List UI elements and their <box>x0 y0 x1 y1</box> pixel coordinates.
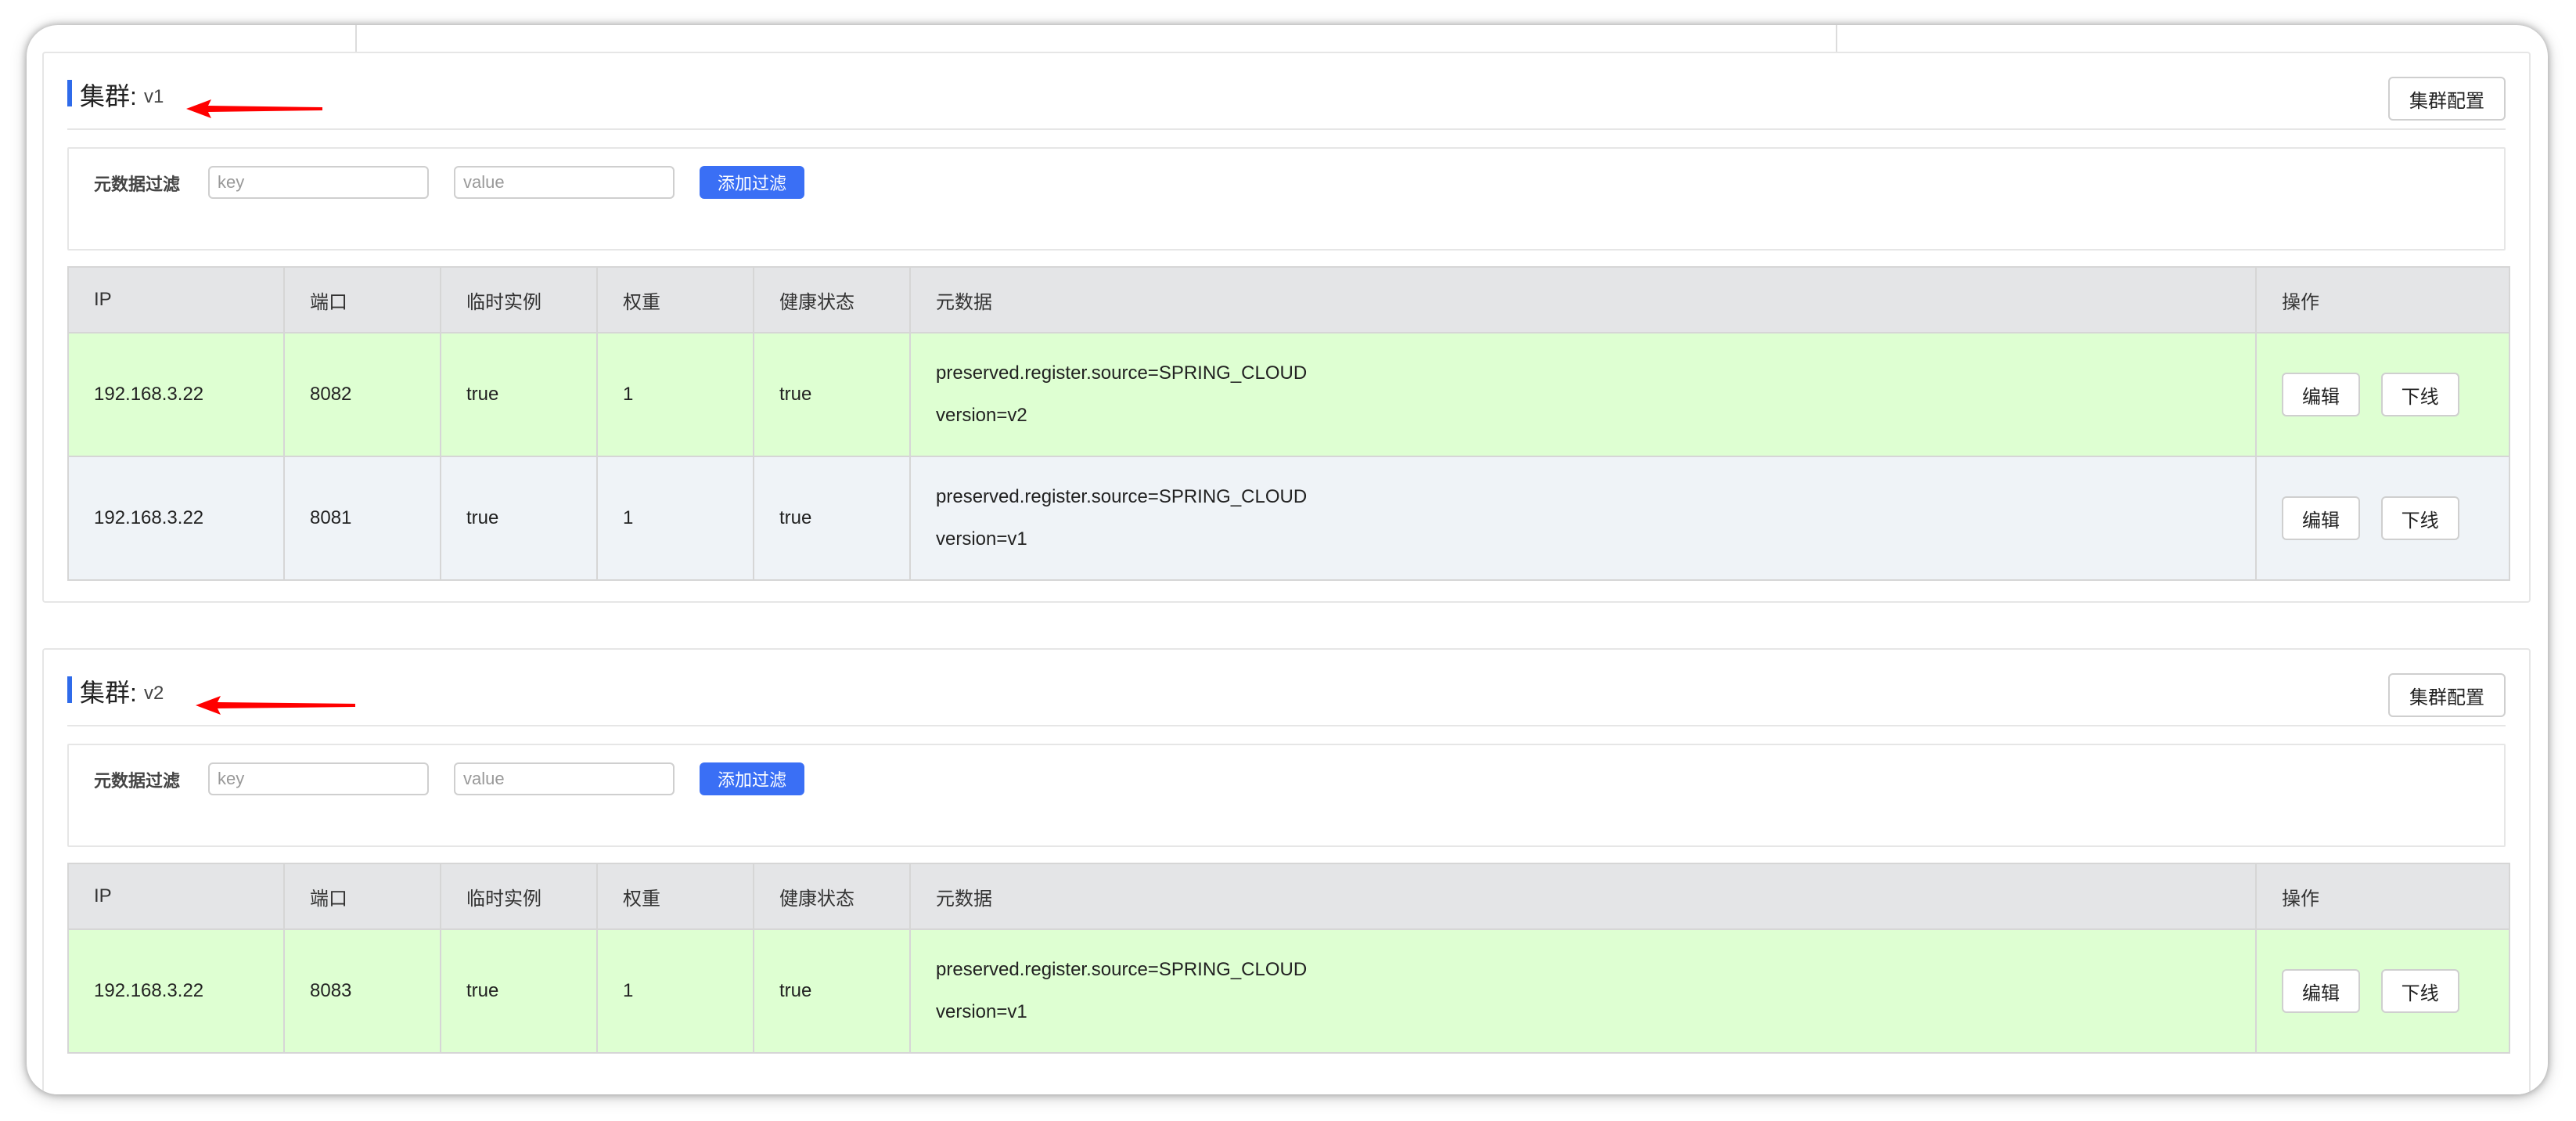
red-arrow-icon <box>196 696 355 715</box>
cell-actions: 编辑 下线 <box>2255 332 2510 457</box>
cell-health: true <box>753 928 911 1054</box>
cluster-title-label: 集群: <box>80 679 137 707</box>
cell-metadata: preserved.register.source=SPRING_CLOUD v… <box>909 928 2257 1054</box>
cell-actions: 编辑 下线 <box>2255 456 2510 581</box>
table-header-row: IP 端口 临时实例 权重 健康状态 元数据 操作 <box>67 266 2510 333</box>
cell-weight: 1 <box>596 928 754 1054</box>
red-arrow-icon <box>186 99 322 118</box>
col-header-ephemeral: 临时实例 <box>440 266 598 333</box>
edit-button[interactable]: 编辑 <box>2282 496 2360 540</box>
metadata-entry: preserved.register.source=SPRING_CLOUD <box>936 362 1308 384</box>
edit-button[interactable]: 编辑 <box>2282 373 2360 416</box>
filter-label: 元数据过滤 <box>94 771 181 791</box>
col-header-ip: IP <box>67 266 285 333</box>
metadata-entry: version=v1 <box>936 528 1027 550</box>
cell-actions: 编辑 下线 <box>2255 928 2510 1054</box>
cell-metadata: preserved.register.source=SPRING_CLOUD v… <box>909 456 2257 581</box>
cell-ip: 192.168.3.22 <box>67 332 285 457</box>
add-filter-button[interactable]: 添加过滤 <box>700 166 804 199</box>
app-window: 集群: v1 集群配置 元数据过滤 添加过滤 IP 端口 临时实例 <box>27 25 2548 1094</box>
metadata-entry: preserved.register.source=SPRING_CLOUD <box>936 959 1308 980</box>
col-header-port: 端口 <box>283 266 441 333</box>
cell-ip: 192.168.3.22 <box>67 456 285 581</box>
table-row: 192.168.3.22 8081 true 1 true preserved.… <box>67 456 2510 581</box>
col-header-metadata: 元数据 <box>909 266 2257 333</box>
add-filter-button[interactable]: 添加过滤 <box>700 762 804 795</box>
cluster-header: 集群: v2 集群配置 <box>67 650 2506 726</box>
cell-ephemeral: true <box>440 928 598 1054</box>
col-header-actions: 操作 <box>2255 863 2510 930</box>
cluster-name: v2 <box>144 683 164 704</box>
cluster-config-button[interactable]: 集群配置 <box>2388 77 2506 121</box>
cell-ephemeral: true <box>440 456 598 581</box>
instance-table: IP 端口 临时实例 权重 健康状态 元数据 操作 192.168.3.22 8… <box>67 266 2510 581</box>
col-header-health: 健康状态 <box>753 863 911 930</box>
cluster-header: 集群: v1 集群配置 <box>67 53 2506 130</box>
filter-label: 元数据过滤 <box>94 175 181 194</box>
offline-button[interactable]: 下线 <box>2380 373 2459 416</box>
metadata-entry: version=v2 <box>936 405 1027 426</box>
cell-port: 8081 <box>283 456 441 581</box>
cluster-title-label: 集群: <box>80 82 137 110</box>
col-header-weight: 权重 <box>596 863 754 930</box>
title-accent-bar <box>67 676 72 703</box>
cell-metadata: preserved.register.source=SPRING_CLOUD v… <box>909 332 2257 457</box>
table-header-row: IP 端口 临时实例 权重 健康状态 元数据 操作 <box>67 863 2510 930</box>
cluster-name: v1 <box>144 86 164 107</box>
edit-button[interactable]: 编辑 <box>2282 969 2360 1013</box>
col-header-port: 端口 <box>283 863 441 930</box>
cluster-card-v2: 集群: v2 集群配置 元数据过滤 添加过滤 IP 端口 临时实例 <box>42 648 2531 1094</box>
cluster-config-button[interactable]: 集群配置 <box>2388 673 2506 717</box>
offline-button[interactable]: 下线 <box>2380 969 2459 1013</box>
filter-value-input[interactable] <box>454 166 675 199</box>
col-header-ip: IP <box>67 863 285 930</box>
metadata-entry: version=v1 <box>936 1001 1027 1022</box>
table-row: 192.168.3.22 8083 true 1 true preserved.… <box>67 928 2510 1054</box>
title-accent-bar <box>67 80 72 106</box>
filter-key-input[interactable] <box>208 166 429 199</box>
metadata-filter: 元数据过滤 添加过滤 <box>67 744 2506 847</box>
cell-ephemeral: true <box>440 332 598 457</box>
col-header-ephemeral: 临时实例 <box>440 863 598 930</box>
cell-port: 8082 <box>283 332 441 457</box>
metadata-entry: preserved.register.source=SPRING_CLOUD <box>936 486 1308 507</box>
col-header-weight: 权重 <box>596 266 754 333</box>
cell-weight: 1 <box>596 332 754 457</box>
cell-health: true <box>753 332 911 457</box>
cell-weight: 1 <box>596 456 754 581</box>
offline-button[interactable]: 下线 <box>2380 496 2459 540</box>
col-header-health: 健康状态 <box>753 266 911 333</box>
filter-key-input[interactable] <box>208 762 429 795</box>
col-header-actions: 操作 <box>2255 266 2510 333</box>
instance-table: IP 端口 临时实例 权重 健康状态 元数据 操作 192.168.3.22 8… <box>67 863 2510 1054</box>
cell-port: 8083 <box>283 928 441 1054</box>
filter-value-input[interactable] <box>454 762 675 795</box>
table-row: 192.168.3.22 8082 true 1 true preserved.… <box>67 332 2510 457</box>
cell-ip: 192.168.3.22 <box>67 928 285 1054</box>
col-header-metadata: 元数据 <box>909 863 2257 930</box>
cell-health: true <box>753 456 911 581</box>
metadata-filter: 元数据过滤 添加过滤 <box>67 147 2506 251</box>
cluster-card-v1: 集群: v1 集群配置 元数据过滤 添加过滤 IP 端口 临时实例 <box>42 52 2531 603</box>
